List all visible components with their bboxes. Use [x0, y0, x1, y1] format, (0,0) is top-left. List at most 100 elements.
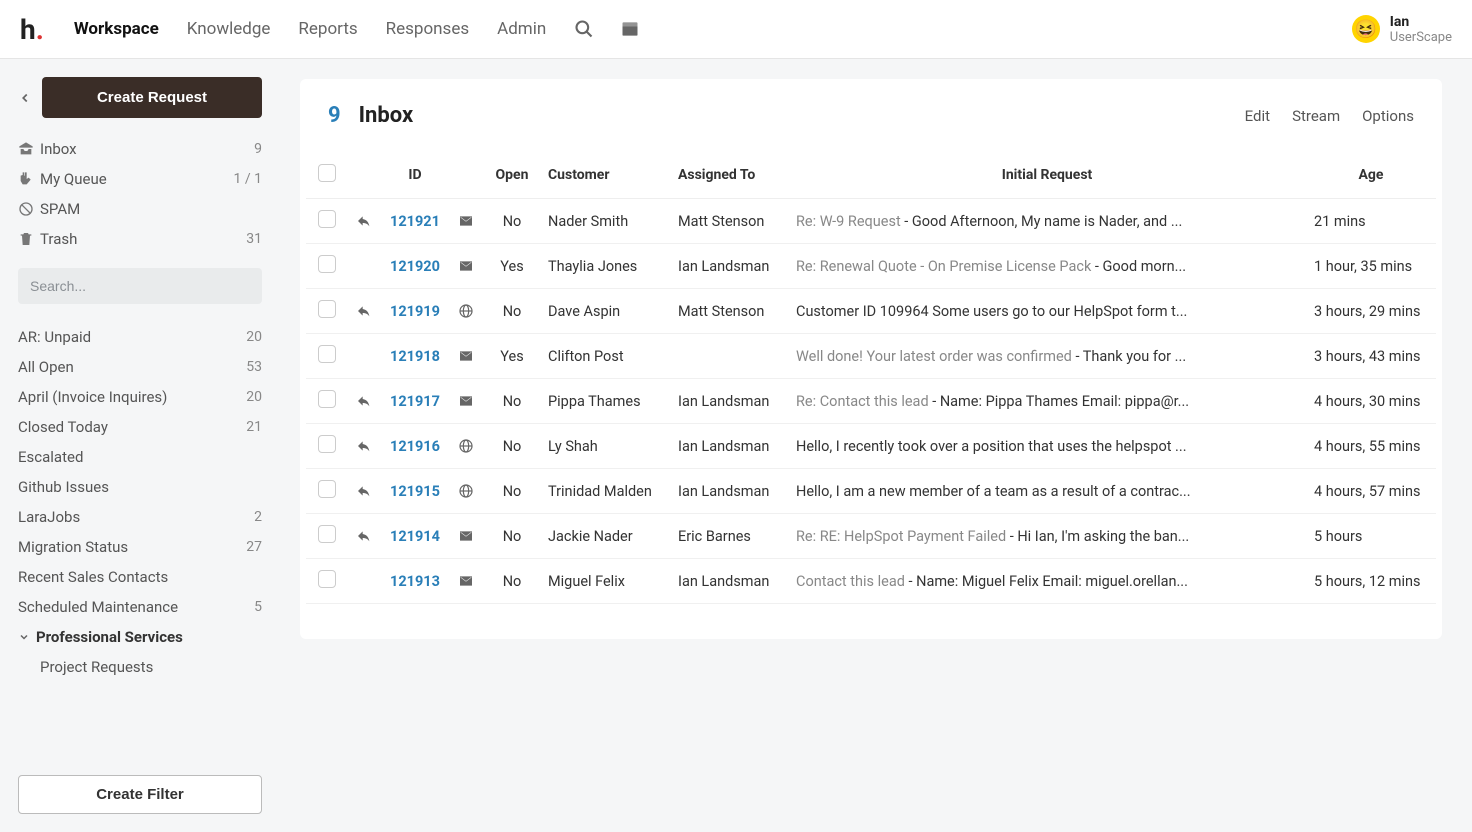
table-row[interactable]: 121920YesThaylia JonesIan LandsmanRe: Re… — [306, 244, 1436, 289]
table-row[interactable]: 121918YesClifton PostWell done! Your lat… — [306, 334, 1436, 379]
filter-label: Migration Status — [18, 538, 246, 556]
create-filter-button[interactable]: Create Filter — [18, 775, 262, 814]
col-id[interactable]: ID — [380, 152, 450, 199]
request-id-link[interactable]: 121921 — [390, 213, 440, 230]
filter-subitem-project-requests[interactable]: Project Requests — [18, 652, 262, 682]
request-id-link[interactable]: 121920 — [390, 258, 440, 275]
sidebar-item-label: Trash — [40, 230, 246, 248]
panel-action-stream[interactable]: Stream — [1292, 107, 1340, 125]
top-nav: h. Workspace Knowledge Reports Responses Adm… — [0, 0, 1472, 59]
cell-assigned: Matt Stenson — [670, 199, 788, 244]
user-org: UserScape — [1390, 30, 1452, 45]
col-open[interactable]: Open — [484, 152, 540, 199]
filter-label: LaraJobs — [18, 508, 254, 526]
create-request-button[interactable]: Create Request — [42, 77, 262, 118]
table-row[interactable]: 121913NoMiguel FelixIan LandsmanContact … — [306, 559, 1436, 604]
request-id-link[interactable]: 121919 — [390, 303, 440, 320]
sidebar-item-count: 31 — [246, 231, 262, 247]
request-id-link[interactable]: 121914 — [390, 528, 440, 545]
cell-age: 5 hours, 12 mins — [1306, 559, 1436, 604]
filter-item[interactable]: Migration Status27 — [18, 532, 262, 562]
nav-item-admin[interactable]: Admin — [497, 19, 546, 39]
request-id-link[interactable]: 121916 — [390, 438, 440, 455]
panel-action-options[interactable]: Options — [1362, 107, 1414, 125]
reply-icon — [356, 528, 372, 544]
row-checkbox[interactable] — [318, 570, 336, 588]
cell-initial-request: Well done! Your latest order was confirm… — [788, 334, 1306, 379]
col-customer[interactable]: Customer — [540, 152, 670, 199]
sidebar-item-label: SPAM — [40, 200, 262, 218]
filter-item[interactable]: LaraJobs2 — [18, 502, 262, 532]
row-checkbox[interactable] — [318, 480, 336, 498]
row-checkbox[interactable] — [318, 345, 336, 363]
table-row[interactable]: 121921NoNader SmithMatt StensonRe: W-9 R… — [306, 199, 1436, 244]
filter-group-professional-services[interactable]: Professional Services — [18, 622, 262, 652]
nav-item-knowledge[interactable]: Knowledge — [187, 19, 271, 39]
filter-item[interactable]: Recent Sales Contacts — [18, 562, 262, 592]
filter-item[interactable]: AR: Unpaid20 — [18, 322, 262, 352]
col-request[interactable]: Initial Request — [788, 152, 1306, 199]
table-row[interactable]: 121916NoLy ShahIan LandsmanHello, I rece… — [306, 424, 1436, 469]
table-row[interactable]: 121915NoTrinidad MaldenIan LandsmanHello… — [306, 469, 1436, 514]
filter-count: 5 — [254, 599, 262, 615]
window-icon[interactable] — [620, 19, 640, 39]
sidebar-search-input[interactable] — [18, 268, 262, 304]
globe-icon — [458, 303, 476, 319]
request-id-link[interactable]: 121917 — [390, 393, 440, 410]
sidebar-item-spam[interactable]: SPAM — [18, 194, 262, 224]
back-chevron-icon[interactable] — [18, 91, 32, 105]
filter-item[interactable]: All Open53 — [18, 352, 262, 382]
sidebar-item-my-queue[interactable]: My Queue1 / 1 — [18, 164, 262, 194]
sidebar-item-trash[interactable]: Trash31 — [18, 224, 262, 254]
filter-label: Github Issues — [18, 478, 262, 496]
nav-item-responses[interactable]: Responses — [386, 19, 469, 39]
row-checkbox[interactable] — [318, 210, 336, 228]
hand-icon — [18, 171, 40, 187]
row-checkbox[interactable] — [318, 525, 336, 543]
cell-open: Yes — [484, 334, 540, 379]
filter-item[interactable]: April (Invoice Inquires)20 — [18, 382, 262, 412]
cell-assigned: Ian Landsman — [670, 469, 788, 514]
col-assigned[interactable]: Assigned To — [670, 152, 788, 199]
cell-open: No — [484, 424, 540, 469]
filter-item[interactable]: Scheduled Maintenance5 — [18, 592, 262, 622]
filter-item[interactable]: Closed Today21 — [18, 412, 262, 442]
filter-item[interactable]: Escalated — [18, 442, 262, 472]
table-row[interactable]: 121917NoPippa ThamesIan LandsmanRe: Cont… — [306, 379, 1436, 424]
request-id-link[interactable]: 121915 — [390, 483, 440, 500]
logo[interactable]: h. — [20, 13, 44, 46]
filter-count: 2 — [254, 509, 262, 525]
reply-icon — [356, 483, 372, 499]
row-checkbox[interactable] — [318, 255, 336, 273]
reply-icon — [356, 393, 372, 409]
cell-age: 1 hour, 35 mins — [1306, 244, 1436, 289]
nav-item-reports[interactable]: Reports — [298, 19, 357, 39]
filter-count: 21 — [246, 419, 262, 435]
sidebar-item-inbox[interactable]: Inbox9 — [18, 134, 262, 164]
mail-icon — [458, 573, 476, 589]
filter-count: 53 — [246, 359, 262, 375]
nav-item-workspace[interactable]: Workspace — [74, 19, 159, 39]
filter-item[interactable]: Github Issues — [18, 472, 262, 502]
row-checkbox[interactable] — [318, 435, 336, 453]
sidebar-item-count: 9 — [254, 141, 262, 157]
select-all-checkbox[interactable] — [318, 164, 336, 182]
cell-age: 3 hours, 29 mins — [1306, 289, 1436, 334]
search-icon[interactable] — [574, 19, 594, 39]
row-checkbox[interactable] — [318, 390, 336, 408]
request-id-link[interactable]: 121918 — [390, 348, 440, 365]
table-row[interactable]: 121919NoDave AspinMatt StensonCustomer I… — [306, 289, 1436, 334]
panel-action-edit[interactable]: Edit — [1245, 107, 1270, 125]
cell-age: 4 hours, 30 mins — [1306, 379, 1436, 424]
filter-label: April (Invoice Inquires) — [18, 388, 246, 406]
filter-label: Recent Sales Contacts — [18, 568, 262, 586]
table-row[interactable]: 121914NoJackie NaderEric BarnesRe: RE: H… — [306, 514, 1436, 559]
cell-assigned: Eric Barnes — [670, 514, 788, 559]
row-checkbox[interactable] — [318, 300, 336, 318]
cell-customer: Dave Aspin — [540, 289, 670, 334]
request-id-link[interactable]: 121913 — [390, 573, 440, 590]
col-age[interactable]: Age — [1306, 152, 1436, 199]
cell-age: 5 hours — [1306, 514, 1436, 559]
filter-label: Escalated — [18, 448, 262, 466]
user-menu[interactable]: 😆 Ian UserScape — [1352, 14, 1452, 45]
